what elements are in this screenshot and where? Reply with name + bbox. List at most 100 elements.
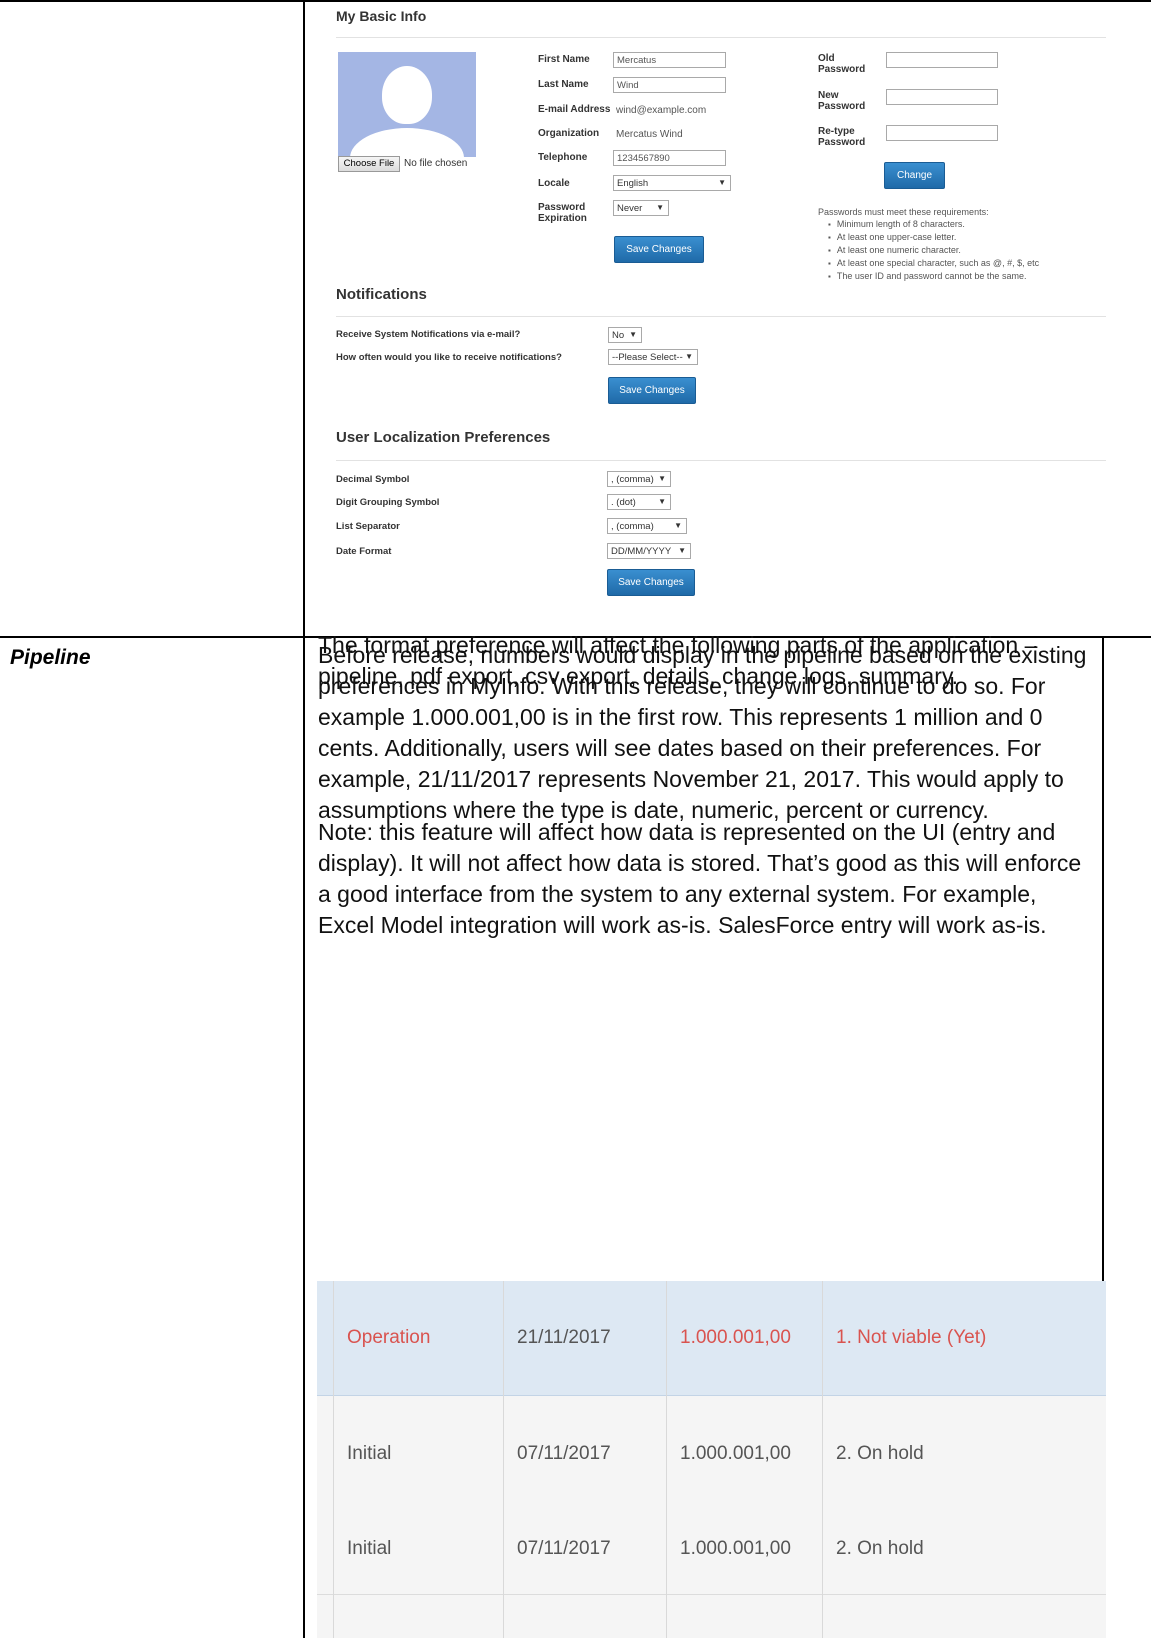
grid-column-separator [503, 1281, 504, 1638]
locale-select[interactable]: English ▼ [613, 175, 731, 191]
email-label: E-mail Address [538, 104, 611, 115]
chevron-down-icon: ▼ [678, 546, 686, 555]
decimal-symbol-label: Decimal Symbol [336, 474, 410, 485]
old-password-label-line2: Password [818, 64, 866, 75]
requirement-item: Minimum length of 8 characters. [828, 218, 1039, 231]
my-basic-info-screenshot: My Basic Info Choose File No file chosen… [316, 0, 1112, 630]
first-name-input[interactable]: Mercatus [613, 52, 726, 68]
list-separator-select[interactable]: , (comma) ▼ [607, 518, 687, 534]
save-changes-button[interactable]: Save Changes [614, 236, 704, 263]
password-expiration-label: Password Expiration [538, 202, 587, 224]
requirement-item: At least one special character, such as … [828, 257, 1039, 270]
notifications-save-button[interactable]: Save Changes [608, 377, 696, 404]
table-row[interactable]: Initial 07/11/2017 1.000.001,00 2. On ho… [317, 1397, 1106, 1512]
grid-cell-status: 2. On hold [836, 1443, 924, 1464]
pipeline-grid-screenshot: Operation 21/11/2017 1.000.001,00 1. Not… [317, 1281, 1106, 1638]
retype-password-label: Re-type Password [818, 126, 865, 148]
locale-label: Locale [538, 178, 570, 189]
password-expiration-select[interactable]: Never ▼ [613, 200, 669, 216]
password-requirements: Passwords must meet these requirements: … [818, 206, 1039, 283]
date-format-select[interactable]: DD/MM/YYYY ▼ [607, 543, 691, 559]
notifications-rule [336, 316, 1106, 317]
choose-file-button[interactable]: Choose File [338, 156, 400, 172]
old-password-label-line1: Old [818, 53, 835, 64]
basic-info-rule [336, 37, 1106, 38]
requirement-item: The user ID and password cannot be the s… [828, 270, 1039, 283]
old-password-input[interactable] [886, 52, 998, 68]
requirement-item: At least one numeric character. [828, 244, 1039, 257]
chevron-down-icon: ▼ [674, 521, 682, 530]
password-expiration-value: Never [617, 203, 643, 214]
chevron-down-icon: ▼ [685, 352, 693, 361]
chevron-down-icon: ▼ [658, 497, 666, 506]
notification-frequency-label: How often would you like to receive noti… [336, 352, 562, 363]
note-paragraph: Note: this feature will affect how data … [318, 819, 1082, 938]
password-expiration-label-line2: Expiration [538, 213, 587, 224]
chevron-down-icon: ▼ [658, 474, 666, 483]
avatar [338, 52, 476, 157]
localization-save-button[interactable]: Save Changes [607, 569, 695, 596]
retype-password-input[interactable] [886, 125, 998, 141]
requirement-item: At least one upper-case letter. [828, 231, 1039, 244]
new-password-input[interactable] [886, 89, 998, 105]
grid-cell-stage: Initial [347, 1443, 392, 1464]
telephone-label: Telephone [538, 152, 588, 163]
digit-grouping-value: . (dot) [611, 497, 636, 508]
telephone-input[interactable]: 1234567890 [613, 150, 726, 166]
grid-cell-amount: 1.000.001,00 [680, 1537, 791, 1559]
chevron-down-icon: ▼ [629, 330, 637, 339]
chevron-down-icon: ▼ [656, 203, 664, 212]
no-file-text: No file chosen [404, 158, 468, 169]
grid-cell-stage: Operation [347, 1327, 431, 1348]
decimal-symbol-select[interactable]: , (comma) ▼ [607, 471, 671, 487]
date-format-label: Date Format [336, 546, 392, 557]
grid-cell-status: 1. Not viable (Yet) [836, 1327, 987, 1348]
new-password-label-line2: Password [818, 101, 866, 112]
digit-grouping-select[interactable]: . (dot) ▼ [607, 494, 671, 510]
password-requirements-title: Passwords must meet these requirements: [818, 207, 989, 217]
list-separator-label: List Separator [336, 521, 400, 532]
notification-frequency-select[interactable]: --Please Select-- ▼ [608, 349, 698, 365]
notifications-title: Notifications [336, 286, 427, 303]
decimal-symbol-value: , (comma) [611, 474, 654, 485]
notification-email-select[interactable]: No ▼ [608, 327, 642, 343]
password-expiration-label-line1: Password [538, 202, 586, 213]
list-separator-value: , (comma) [611, 521, 654, 532]
change-password-button[interactable]: Change [884, 162, 945, 189]
digit-grouping-label: Digit Grouping Symbol [336, 497, 440, 508]
first-name-label: First Name [538, 54, 590, 65]
notification-email-value: No [612, 330, 625, 341]
chevron-down-icon: ▼ [718, 178, 726, 187]
last-name-label: Last Name [538, 79, 589, 90]
retype-password-label-line2: Password [818, 137, 866, 148]
avatar-head-shape [382, 66, 432, 124]
grid-column-separator [666, 1281, 667, 1638]
grid-column-separator [333, 1281, 334, 1638]
grid-cell-date: 21/11/2017 [517, 1327, 611, 1348]
table-row[interactable]: Initial 07/11/2017 1.000.001,00 2. On ho… [317, 1503, 1106, 1595]
pipeline-label: Pipeline [10, 646, 91, 669]
basic-info-title: My Basic Info [336, 8, 427, 24]
new-password-label: New Password [818, 90, 865, 112]
last-name-input[interactable]: Wind [613, 77, 726, 93]
organization-value: Mercatus Wind [616, 129, 683, 140]
notification-frequency-value: --Please Select-- [612, 352, 683, 363]
locale-select-value: English [617, 178, 649, 189]
grid-cell-date: 07/11/2017 [517, 1443, 611, 1464]
avatar-body-shape [350, 128, 464, 157]
grid-cell-amount: 1.000.001,00 [680, 1327, 791, 1348]
notification-email-label: Receive System Notifications via e-mail? [336, 329, 521, 340]
grid-cell-date: 07/11/2017 [517, 1537, 611, 1559]
table-divider-vertical [303, 0, 305, 1638]
organization-label: Organization [538, 128, 600, 139]
localization-title: User Localization Preferences [336, 429, 551, 446]
email-value: wind@example.com [616, 105, 707, 116]
pipeline-paragraph: Before release, numbers would display in… [318, 642, 1087, 823]
grid-cell-status: 2. On hold [836, 1537, 924, 1559]
retype-password-label-line1: Re-type [818, 126, 855, 137]
old-password-label: Old Password [818, 53, 865, 75]
grid-cell-amount: 1.000.001,00 [680, 1443, 791, 1464]
grid-cell-stage: Initial [347, 1537, 392, 1559]
date-format-value: DD/MM/YYYY [611, 546, 672, 557]
table-row[interactable]: Operation 21/11/2017 1.000.001,00 1. Not… [317, 1281, 1106, 1396]
